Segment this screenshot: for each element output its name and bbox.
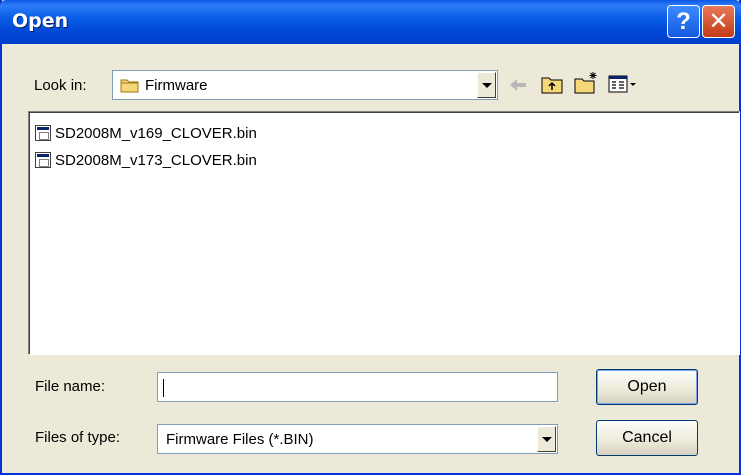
new-folder-icon[interactable] [573,70,599,96]
look-in-dropdown[interactable]: Firmware [112,70,498,100]
look-in-label: Look in: [34,77,87,94]
up-folder-icon[interactable] [541,73,563,95]
folder-icon [120,79,139,93]
title-bar[interactable]: Open ? ✕ [0,0,741,44]
file-item[interactable]: SD2008M_v169_CLOVER.bin [35,122,257,144]
file-name: SD2008M_v169_CLOVER.bin [55,124,257,142]
close-button[interactable]: ✕ [702,5,735,38]
file-name-input[interactable] [157,372,558,402]
open-button[interactable]: Open [596,369,698,405]
file-type-label: Files of type: [35,429,121,446]
back-arrow-icon[interactable] [508,76,528,94]
chevron-down-icon [541,436,552,442]
file-list[interactable]: SD2008M_v169_CLOVER.bin SD2008M_v173_CLO… [28,111,740,355]
view-menu-icon[interactable] [608,74,638,94]
binary-file-icon [35,125,51,141]
look-in-folder: Firmware [145,77,208,94]
file-name: SD2008M_v173_CLOVER.bin [55,151,257,169]
text-caret [163,379,164,397]
file-type-value: Firmware Files (*.BIN) [166,431,314,448]
binary-file-icon [35,152,51,168]
look-in-dropdown-arrow[interactable] [477,72,496,98]
open-dialog: Open ? ✕ Look in: Firmware SD2008M_v169_… [0,0,741,475]
help-button[interactable]: ? [667,5,700,38]
file-name-label: File name: [35,378,106,395]
dialog-title: Open [12,10,69,32]
file-type-dropdown[interactable]: Firmware Files (*.BIN) [157,424,558,454]
file-item[interactable]: SD2008M_v173_CLOVER.bin [35,149,257,171]
chevron-down-icon [481,82,492,88]
file-type-dropdown-arrow[interactable] [537,426,556,452]
cancel-button[interactable]: Cancel [596,420,698,456]
